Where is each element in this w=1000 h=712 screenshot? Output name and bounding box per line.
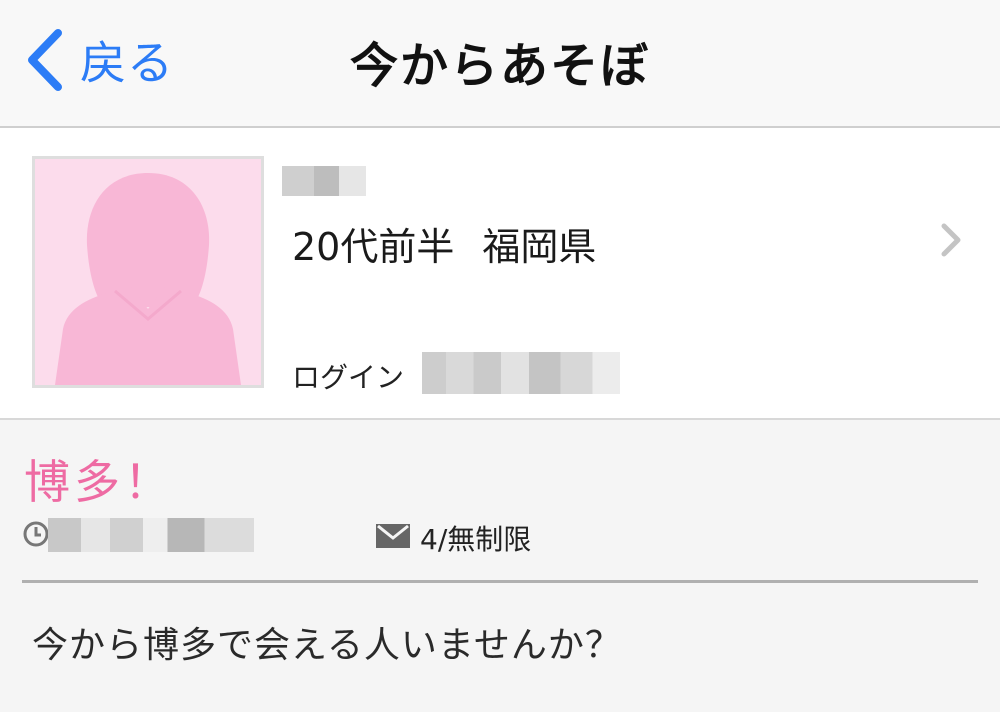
mail-count: 4/無制限 [420,523,532,556]
login-time-redacted [422,352,620,394]
profile-age: 20代前半 [292,225,455,269]
post-section: 博多！ 4/無制限 今から博多で会える人いませんか？ [0,420,1000,712]
post-time-redacted [48,518,254,552]
avatar [32,156,264,388]
female-silhouette-icon [55,173,241,385]
nav-bar: 戻る 今からあそぼ [0,0,1000,128]
chevron-right-icon [941,223,961,257]
clock-icon [23,521,49,547]
post-body: 今から博多で会える人いませんか？ [32,625,622,666]
divider [22,580,978,583]
profile-location: 福岡県 [482,225,597,269]
page-title: 今からあそぼ [349,38,650,94]
post-title: 博多！ [24,455,174,509]
login-label: ログイン [292,361,405,394]
mail-icon [376,524,410,548]
profile-details: 20代前半 福岡県 [292,216,596,271]
name-redacted [282,166,366,196]
profile-row[interactable]: 20代前半 福岡県 ログイン [0,128,1000,420]
